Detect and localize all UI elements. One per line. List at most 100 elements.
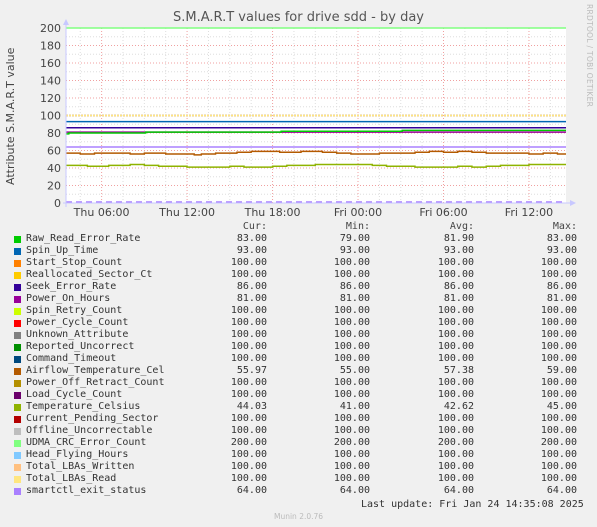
legend-value-avg: 100.00	[437, 473, 474, 484]
legend-value-avg: 86.00	[443, 281, 474, 292]
legend-value-max: 45.00	[546, 401, 577, 412]
legend-swatch	[14, 380, 21, 387]
legend-value-cur: 100.00	[230, 413, 267, 424]
legend-value-min: 100.00	[333, 449, 370, 460]
legend-value-min: 100.00	[333, 341, 370, 352]
legend-swatch	[14, 272, 21, 279]
legend-value-avg: 100.00	[437, 329, 474, 340]
legend-value-min: 200.00	[333, 437, 370, 448]
legend-value-max: 100.00	[540, 269, 577, 280]
legend-value-cur: 100.00	[230, 353, 267, 364]
legend-value-min: 79.00	[339, 233, 370, 244]
y-tick-label: 20	[47, 180, 61, 193]
legend-value-max: 100.00	[540, 425, 577, 436]
legend-value-min: 100.00	[333, 461, 370, 472]
legend-value-min: 100.00	[333, 377, 370, 388]
legend-header-row: Cur: Min: Avg: Max:	[0, 221, 597, 233]
last-update: Last update: Fri Jan 24 14:35:08 2025	[361, 499, 584, 510]
legend-swatch	[14, 368, 21, 375]
legend-value-avg: 100.00	[437, 317, 474, 328]
legend-value-cur: 83.00	[236, 233, 267, 244]
legend-value-min: 100.00	[333, 473, 370, 484]
legend-item: Head_Flying_Hours 100.00 100.00 100.00 100.0…	[0, 449, 597, 461]
legend-value-avg: 100.00	[437, 305, 474, 316]
legend-item: Raw_Read_Error_Rate 83.00 79.00 81.90 83.00	[0, 233, 597, 245]
legend-value-cur: 100.00	[230, 389, 267, 400]
legend-item: Unknown_Attribute 100.00 100.00 100.00 100.0…	[0, 329, 597, 341]
legend-value-min: 41.00	[339, 401, 370, 412]
legend-swatch	[14, 284, 21, 291]
legend-value-max: 83.00	[546, 233, 577, 244]
legend-header-max: Max:	[552, 221, 577, 232]
legend-swatch	[14, 332, 21, 339]
legend-swatch	[14, 452, 21, 459]
legend-value-avg: 64.00	[443, 485, 474, 496]
legend-value-max: 86.00	[546, 281, 577, 292]
legend-item: Temperature_Celsius 44.03 41.00 42.62 45.00	[0, 401, 597, 413]
legend-value-min: 55.00	[339, 365, 370, 376]
legend-item: Spin_Up_Time 93.00 93.00 93.00 93.00	[0, 245, 597, 257]
legend-value-cur: 100.00	[230, 449, 267, 460]
legend-value-min: 100.00	[333, 329, 370, 340]
legend-label: Head_Flying_Hours	[26, 449, 129, 460]
legend-value-avg: 42.62	[443, 401, 474, 412]
legend-value-avg: 93.00	[443, 245, 474, 256]
y-tick-label: 200	[40, 22, 61, 35]
legend-swatch	[14, 404, 21, 411]
legend-swatch	[14, 236, 21, 243]
legend-label: Temperature_Celsius	[26, 401, 141, 412]
legend-value-cur: 100.00	[230, 317, 267, 328]
chart-plot: 0 20 40 60 80 100 120 140 160 180 200 Thu 06:00 Thu …	[40, 19, 576, 219]
legend-value-min: 93.00	[339, 245, 370, 256]
legend-value-min: 100.00	[333, 269, 370, 280]
legend-item: Seek_Error_Rate 86.00 86.00 86.00 86.00	[0, 281, 597, 293]
legend-label: Power_Cycle_Count	[26, 317, 129, 328]
legend-value-min: 100.00	[333, 305, 370, 316]
legend-item: Power_Cycle_Count 100.00 100.00 100.00 100.0…	[0, 317, 597, 329]
legend-label: Power_On_Hours	[26, 293, 111, 304]
legend-label: Start_Stop_Count	[26, 257, 123, 268]
legend-value-avg: 100.00	[437, 341, 474, 352]
legend-value-min: 100.00	[333, 389, 370, 400]
legend-label: Command_Timeout	[26, 353, 117, 364]
legend-value-min: 81.00	[339, 293, 370, 304]
legend-label: Reported_Uncorrect	[26, 341, 135, 352]
legend-label: Airflow_Temperature_Cel	[26, 365, 165, 376]
legend-label: Current_Pending_Sector	[26, 413, 159, 424]
y-tick-label: 180	[40, 40, 61, 53]
legend-value-avg: 100.00	[437, 269, 474, 280]
legend-item: Current_Pending_Sector 100.00 100.00 100.00…	[0, 413, 597, 425]
legend-value-min: 100.00	[333, 353, 370, 364]
legend-label: Spin_Up_Time	[26, 245, 99, 256]
legend-label: smartctl_exit_status	[26, 485, 147, 496]
legend-label: Total_LBAs_Written	[26, 461, 135, 472]
legend-value-cur: 100.00	[230, 341, 267, 352]
legend-swatch	[14, 440, 21, 447]
legend-swatch	[14, 248, 21, 255]
munin-version-footer: Munin 2.0.76	[274, 512, 324, 521]
legend-value-cur: 100.00	[230, 269, 267, 280]
legend-swatch	[14, 356, 21, 363]
legend-value-max: 100.00	[540, 257, 577, 268]
y-tick-label: 140	[40, 75, 61, 88]
x-tick-label: Thu 06:00	[73, 206, 130, 219]
x-axis-arrow-icon	[570, 200, 576, 206]
legend-item: smartctl_exit_status 64.00 64.00 64.00 64.00	[0, 485, 597, 497]
legend-label: Power_Off_Retract_Count	[26, 377, 165, 388]
legend-value-max: 100.00	[540, 413, 577, 424]
legend-value-min: 86.00	[339, 281, 370, 292]
legend-value-max: 100.00	[540, 353, 577, 364]
legend-value-cur: 100.00	[230, 473, 267, 484]
legend-label: Unknown_Attribute	[26, 329, 129, 340]
y-tick-label: 100	[40, 110, 61, 123]
y-tick-label: 40	[47, 162, 61, 175]
legend-swatch	[14, 260, 21, 267]
legend-label: Offline_Uncorrectable	[26, 425, 153, 436]
legend-swatch	[14, 428, 21, 435]
legend-label: Raw_Read_Error_Rate	[26, 233, 141, 244]
legend-item: Start_Stop_Count 100.00 100.00 100.00 100.00	[0, 257, 597, 269]
legend-value-min: 64.00	[339, 485, 370, 496]
legend-value-cur: 100.00	[230, 257, 267, 268]
legend-item: Command_Timeout 100.00 100.00 100.00 100.00	[0, 353, 597, 365]
legend-value-avg: 100.00	[437, 413, 474, 424]
